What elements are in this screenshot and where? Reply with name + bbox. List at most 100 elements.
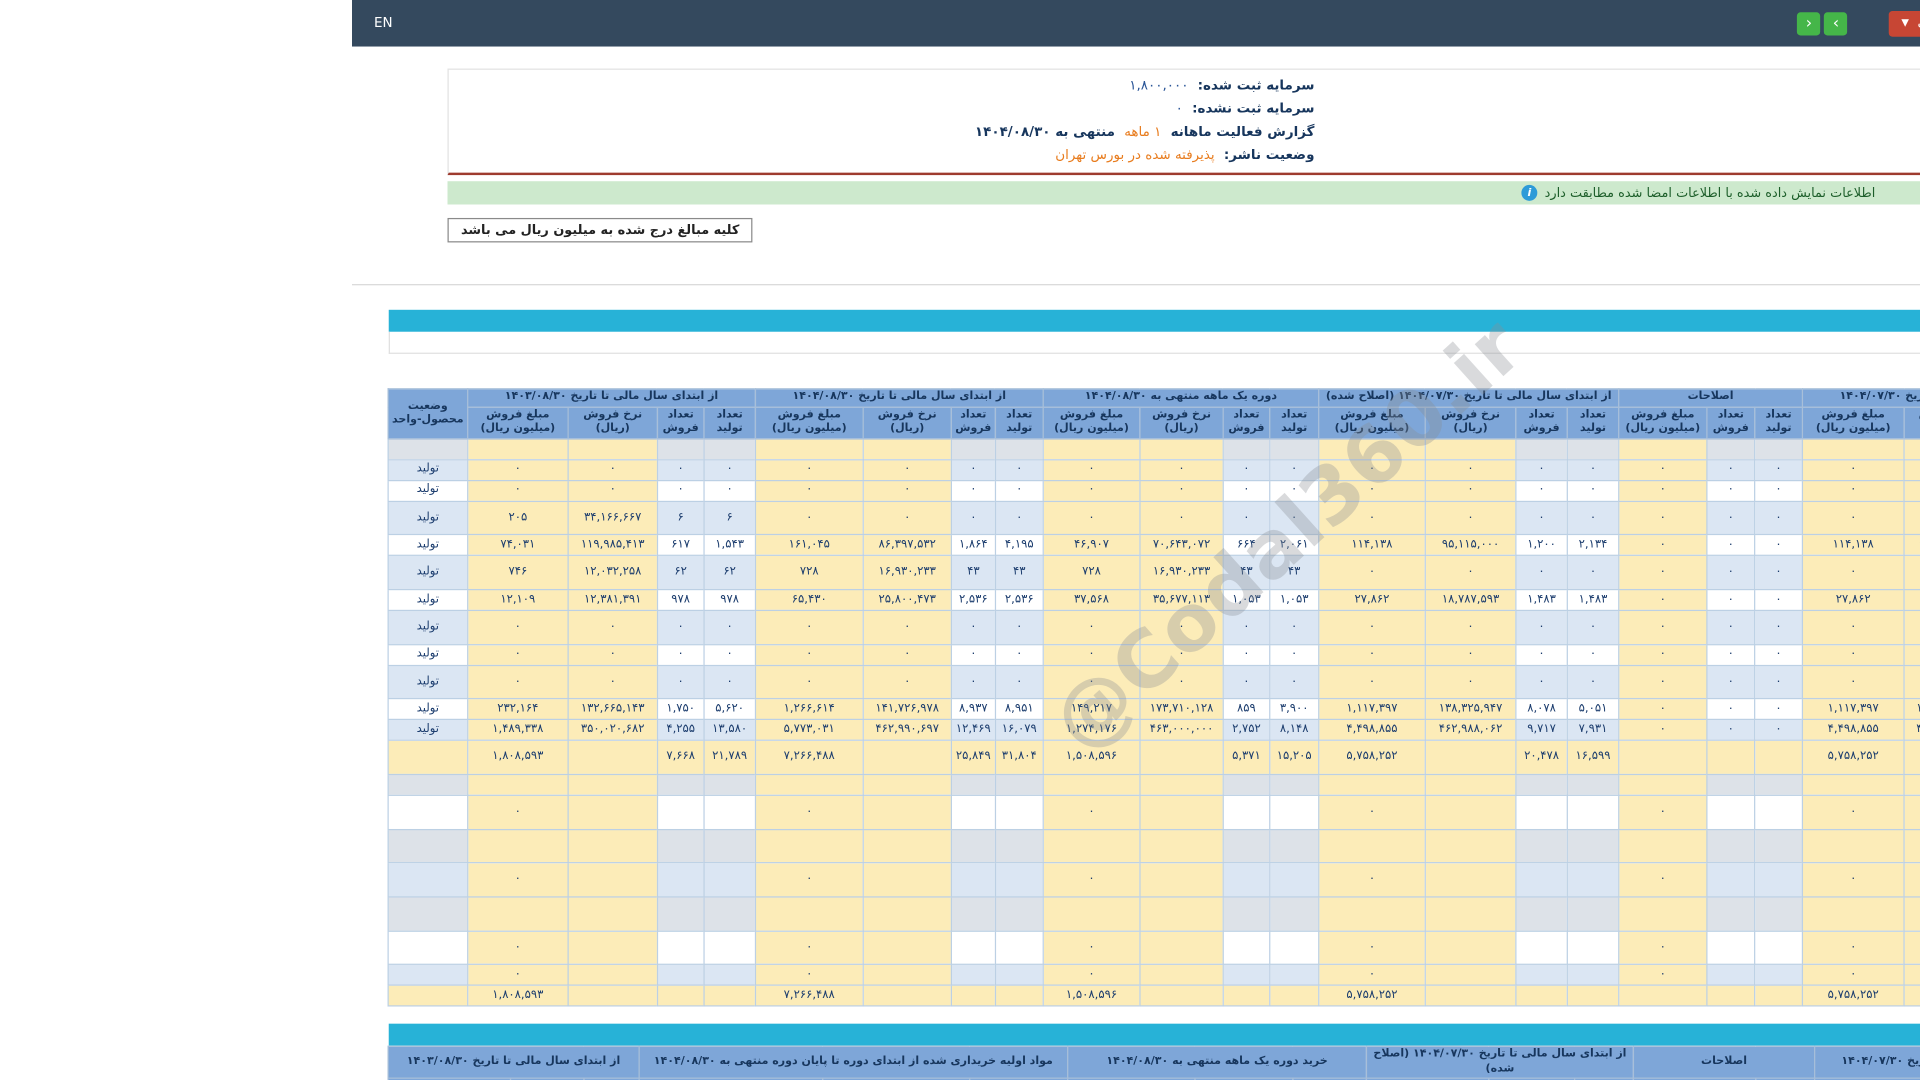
value-cell: ۲۷,۸۶۲ xyxy=(1801,588,1905,611)
value-cell: ۰ xyxy=(1222,643,1271,666)
value-cell xyxy=(950,862,996,898)
value-cell xyxy=(1424,828,1517,864)
value-cell: ۰ xyxy=(703,479,756,502)
report-type-dropdown[interactable]: گزارش فعالیت ▼ xyxy=(1889,10,1920,37)
production-sales-section: تولید و فروش کلیه مبالغ به میلیون ریال ا… xyxy=(387,309,1920,1007)
column-subheader: تعداد فروش xyxy=(1706,406,1756,439)
value-cell: ۰ xyxy=(1706,609,1756,645)
value-cell xyxy=(1269,964,1320,987)
status-cell: تولید xyxy=(387,500,469,536)
next-month-button[interactable]: › xyxy=(1824,11,1848,35)
value-cell: ۱,۵۴۳ xyxy=(703,534,756,557)
info-icon: i xyxy=(1521,184,1538,201)
value-cell: ۷۲۸ xyxy=(1042,554,1141,591)
value-cell xyxy=(1222,896,1271,932)
value-cell xyxy=(950,794,996,830)
value-cell: ۸۶,۳۹۷,۵۳۲ xyxy=(862,534,952,557)
value-cell: ۰ xyxy=(467,664,569,700)
value-cell: ۱۴۱,۷۲۶,۹۷۸ xyxy=(862,698,952,721)
field-label: سرمایه ثبت شده: xyxy=(1197,77,1315,94)
status-cell: تولید xyxy=(387,719,469,742)
value-cell: ۰ xyxy=(1566,479,1620,502)
value-cell: ۲۰,۴۷۸ xyxy=(1515,739,1568,776)
value-cell: ۴,۴۹۸,۸۵۵ xyxy=(1801,719,1905,742)
value-cell: ۰ xyxy=(1706,534,1756,557)
value-cell xyxy=(567,964,659,987)
column-subheader: تعداد تولید xyxy=(994,406,1044,439)
value-cell: ۷۴,۰۳۱ xyxy=(467,534,569,557)
value-cell: ۰ xyxy=(1139,664,1224,700)
value-cell xyxy=(754,828,864,864)
value-cell: ۰ xyxy=(1566,643,1620,666)
value-cell xyxy=(467,773,569,796)
status-cell xyxy=(387,828,469,864)
table-row: شکر سهمیه کشاورزانتن۰۰۰۰۰۰۰۰۰۰۰۰۰۰۰۰۰۰۰۶… xyxy=(387,500,1920,536)
value-cell: ۰ xyxy=(1801,930,1905,966)
value-cell xyxy=(1222,773,1271,796)
value-cell xyxy=(1801,437,1905,460)
value-cell xyxy=(703,437,756,460)
value-cell xyxy=(1222,828,1271,864)
value-cell: ۰ xyxy=(1424,479,1517,502)
value-cell: ۰ xyxy=(1222,664,1271,700)
value-cell: ۰ xyxy=(1424,554,1517,591)
value-cell: ۰ xyxy=(467,643,569,666)
value-cell: ۹۵,۱۱۵,۰۰۰ xyxy=(1424,534,1517,557)
value-cell xyxy=(994,773,1044,796)
value-cell: ۱,۱۱۷,۳۹۷ xyxy=(1318,698,1426,721)
value-cell: ۰ xyxy=(1754,500,1804,536)
value-cell xyxy=(467,828,569,864)
value-cell: ۰ xyxy=(467,458,569,481)
status-cell: تولید xyxy=(387,643,469,666)
value-cell xyxy=(1139,984,1224,1007)
value-cell xyxy=(1424,964,1517,987)
previous-month-button[interactable]: ‹ xyxy=(1797,11,1821,35)
value-cell: ۰ xyxy=(467,930,569,966)
value-cell xyxy=(1903,773,1920,796)
value-cell: ۰ xyxy=(1222,479,1271,502)
value-cell xyxy=(1515,773,1568,796)
value-cell xyxy=(1222,794,1271,830)
value-cell xyxy=(950,437,996,460)
value-cell xyxy=(1139,794,1224,830)
value-cell xyxy=(656,930,705,966)
value-cell xyxy=(1269,862,1320,898)
value-cell xyxy=(1424,773,1517,796)
value-cell: ۱۱۴,۱۳۸ xyxy=(1318,534,1426,557)
value-cell xyxy=(950,828,996,864)
status-cell: تولید xyxy=(387,588,469,611)
value-cell: ۰ xyxy=(1269,643,1320,666)
value-cell: ۰ xyxy=(1515,643,1568,666)
value-cell: ۱۶,۵۹۹ xyxy=(1566,739,1620,776)
value-cell: ۵,۷۵۸,۲۵۲ xyxy=(1318,739,1426,776)
value-cell: ۴,۴۹۸,۸۵۵ xyxy=(1318,719,1426,742)
value-cell xyxy=(1318,773,1426,796)
value-cell xyxy=(1801,828,1905,864)
value-cell: ۳۵,۶۷۷,۱۱۳ xyxy=(1139,588,1224,611)
value-cell xyxy=(1042,437,1141,460)
value-cell: ۰ xyxy=(1706,719,1756,742)
column-group-header: از ابتدای سال مالی تا تاریخ ۱۴۰۳/۰۸/۳۰ xyxy=(467,388,756,408)
value-cell: ۰ xyxy=(1801,479,1905,502)
value-cell: ۰ xyxy=(1042,609,1141,645)
value-cell: ۰ xyxy=(1222,458,1271,481)
value-cell xyxy=(1754,739,1804,776)
status-cell: تولید xyxy=(387,534,469,557)
value-cell xyxy=(1903,896,1920,932)
signature-note-text: اطلاعات نمایش داده شده با اطلاعات امضا ش… xyxy=(1544,185,1876,201)
value-cell: ۰ xyxy=(1515,479,1568,502)
value-cell: ۰ xyxy=(467,964,569,987)
column-subheader: نرخ فروش (ریال) xyxy=(567,406,659,439)
value-cell xyxy=(1139,930,1224,966)
value-cell: ۱۷۳,۷۱۰,۱۲۸ xyxy=(1139,698,1224,721)
value-cell xyxy=(1318,437,1426,460)
status-cell xyxy=(387,984,469,1007)
column-subheader: تعداد تولید xyxy=(1754,406,1804,439)
value-cell: ۱,۵۰۸,۵۹۶ xyxy=(1042,739,1141,776)
value-cell: ۸۵۹ xyxy=(1222,698,1271,721)
language-toggle[interactable]: EN xyxy=(374,15,393,31)
value-cell xyxy=(1903,739,1920,776)
value-cell xyxy=(1754,437,1804,460)
value-cell: ۰ xyxy=(1318,862,1426,898)
value-cell: ۰ xyxy=(1706,500,1756,536)
